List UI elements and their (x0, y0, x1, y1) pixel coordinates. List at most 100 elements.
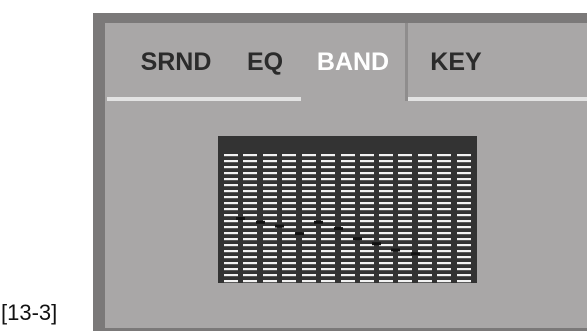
meter-segment (418, 262, 432, 265)
meter-segment (263, 166, 277, 169)
meter-segment (379, 232, 393, 235)
meter-segment (321, 178, 335, 181)
meter-segment (360, 226, 374, 229)
meter-segment (379, 250, 393, 253)
meter-segment (321, 262, 335, 265)
meter-segment (398, 268, 412, 271)
meter-segment (341, 184, 355, 187)
meter-segment (224, 190, 238, 193)
meter-segment (224, 268, 238, 271)
meter-segment (418, 208, 432, 211)
meter-segment (282, 214, 296, 217)
meter-segment (457, 274, 471, 277)
meter-segment (360, 274, 374, 277)
meter-segment (437, 202, 451, 205)
tab-eq[interactable]: EQ (233, 23, 297, 101)
meter-segment (341, 196, 355, 199)
meter-segment (379, 226, 393, 229)
meter-segment (263, 172, 277, 175)
meter-segment (437, 160, 451, 163)
meter-segment (398, 190, 412, 193)
band-level-marker (314, 220, 323, 224)
band-level-meter (218, 136, 477, 283)
meter-segment (437, 250, 451, 253)
meter-segment (282, 178, 296, 181)
meter-segment (224, 274, 238, 277)
meter-segment (302, 172, 316, 175)
meter-segment (341, 166, 355, 169)
band-level-marker (275, 224, 284, 228)
meter-segment (398, 202, 412, 205)
meter-segment (457, 250, 471, 253)
meter-segment (398, 238, 412, 241)
meter-segment (321, 274, 335, 277)
meter-segment (437, 178, 451, 181)
meter-segment (457, 214, 471, 217)
meter-segment (302, 244, 316, 247)
meter-segment (418, 196, 432, 199)
panel-body: SRND EQ BAND KEY (105, 23, 587, 328)
meter-segment (398, 226, 412, 229)
meter-segment (302, 220, 316, 223)
meter-segment (457, 280, 471, 283)
meter-segment (224, 220, 238, 223)
meter-segment (418, 280, 432, 283)
meter-segment (379, 256, 393, 259)
meter-segment (437, 262, 451, 265)
meter-segment (282, 238, 296, 241)
meter-segment (263, 274, 277, 277)
meter-segment (282, 166, 296, 169)
meter-segment (224, 244, 238, 247)
meter-segment (360, 268, 374, 271)
meter-segment (282, 262, 296, 265)
tab-key[interactable]: KEY (409, 23, 503, 101)
meter-segment (360, 154, 374, 157)
meter-segment (341, 232, 355, 235)
meter-segment (398, 232, 412, 235)
meter-segment (418, 202, 432, 205)
meter-segment (321, 238, 335, 241)
meter-segment (302, 232, 316, 235)
meter-segment (224, 196, 238, 199)
meter-segment (360, 160, 374, 163)
meter-segment (243, 184, 257, 187)
meter-segment (360, 250, 374, 253)
meter-segment (398, 244, 412, 247)
meter-segment (341, 178, 355, 181)
meter-segment (379, 190, 393, 193)
meter-segment (457, 208, 471, 211)
meter-segment (437, 220, 451, 223)
meter-segment (360, 256, 374, 259)
meter-segment (263, 220, 277, 223)
meter-segment (379, 208, 393, 211)
tab-band[interactable]: BAND (301, 23, 405, 101)
meter-segment (243, 166, 257, 169)
meter-segment (321, 190, 335, 193)
meter-segment (437, 244, 451, 247)
meter-segment (224, 238, 238, 241)
meter-segment (437, 238, 451, 241)
meter-segment (341, 160, 355, 163)
meter-segment (263, 184, 277, 187)
meter-segment (224, 214, 238, 217)
meter-segment (418, 166, 432, 169)
meter-segment (263, 202, 277, 205)
meter-segment (418, 250, 432, 253)
meter-segment (398, 154, 412, 157)
meter-segment (243, 190, 257, 193)
tab-divider (405, 23, 408, 101)
meter-segment (457, 202, 471, 205)
meter-segment (341, 208, 355, 211)
meter-segment (418, 214, 432, 217)
meter-segment (224, 232, 238, 235)
meter-segment (302, 202, 316, 205)
meter-segment (398, 196, 412, 199)
meter-segment (457, 172, 471, 175)
meter-segment (418, 154, 432, 157)
tab-srnd[interactable]: SRND (123, 23, 229, 101)
meter-segment (321, 220, 335, 223)
meter-segment (398, 220, 412, 223)
meter-segment (302, 154, 316, 157)
meter-segment (224, 208, 238, 211)
meter-segment (418, 190, 432, 193)
